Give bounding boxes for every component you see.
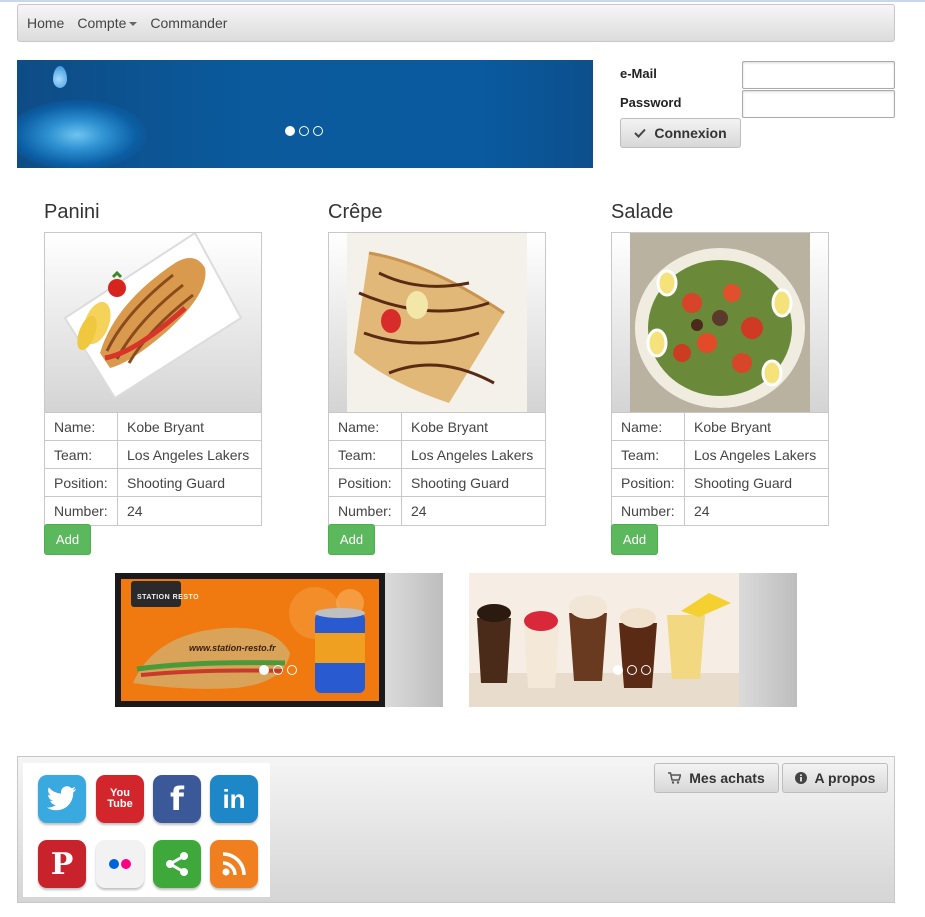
nav-commander[interactable]: Commander — [150, 15, 227, 31]
connexion-button[interactable]: Connexion — [620, 118, 741, 148]
row-key: Position: — [612, 469, 685, 496]
social-icons-panel: You Tube f in P — [23, 763, 270, 897]
row-key: Position: — [329, 469, 402, 496]
product-row: Position: Shooting Guard — [329, 469, 545, 497]
desserts-photo — [469, 573, 739, 707]
row-key: Position: — [45, 469, 118, 496]
add-salade-button[interactable]: Add — [611, 524, 658, 555]
row-key: Name: — [329, 413, 402, 440]
product-row: Number: 24 — [612, 497, 828, 525]
row-value: Kobe Bryant — [127, 419, 205, 435]
carousel-dot-1[interactable] — [259, 665, 269, 675]
product-row: Team: Los Angeles Lakers — [45, 441, 261, 469]
mes-achats-label: Mes achats — [689, 770, 765, 786]
product-card-salade: Name: Kobe Bryant Team: Los Angeles Lakers… — [611, 232, 829, 526]
caret-down-icon — [129, 22, 138, 26]
email-label: e-Mail — [620, 66, 657, 81]
product-title-crepe: Crêpe — [328, 201, 383, 223]
footer: You Tube f in P Mes achats A propos — [17, 756, 895, 903]
water-ripple-graphic — [17, 100, 147, 168]
row-key: Team: — [612, 441, 685, 468]
promo-carousel-indicators — [613, 665, 651, 675]
product-row: Position: Shooting Guard — [45, 469, 261, 497]
row-value: Kobe Bryant — [694, 419, 772, 435]
row-value: 24 — [694, 503, 710, 519]
station-resto-brand-text: STATION RESTO — [137, 594, 200, 601]
product-title-panini: Panini — [44, 201, 100, 223]
linkedin-icon[interactable]: in — [210, 775, 258, 823]
info-icon — [794, 772, 807, 784]
carousel-dot-2[interactable] — [299, 126, 309, 136]
row-value: Los Angeles Lakers — [127, 447, 250, 463]
row-key: Name: — [45, 413, 118, 440]
row-value: 24 — [411, 503, 427, 519]
carousel-dot-2[interactable] — [627, 665, 637, 675]
password-label: Password — [620, 95, 682, 110]
carousel-dot-1[interactable] — [285, 126, 295, 136]
panini-photo — [45, 233, 261, 413]
row-value: 24 — [127, 503, 143, 519]
facebook-icon[interactable]: f — [153, 775, 201, 823]
product-card-panini: Name: Kobe Bryant Team: Los Angeles Lakers… — [44, 232, 262, 526]
row-value: Shooting Guard — [127, 475, 226, 491]
product-row: Name: Kobe Bryant — [45, 413, 261, 441]
row-key: Number: — [45, 497, 118, 525]
banner-carousel-indicators — [285, 126, 323, 136]
mes-achats-button[interactable]: Mes achats — [654, 763, 779, 793]
shopping-cart-icon — [668, 772, 682, 784]
nav-compte-dropdown[interactable]: Compte — [77, 15, 138, 31]
carousel-dot-3[interactable] — [641, 665, 651, 675]
carousel-dot-3[interactable] — [287, 665, 297, 675]
row-key: Team: — [329, 441, 402, 468]
a-propos-label: A propos — [814, 770, 876, 786]
product-row: Team: Los Angeles Lakers — [612, 441, 828, 469]
row-key: Team: — [45, 441, 118, 468]
checkmark-icon — [634, 128, 647, 138]
row-value: Los Angeles Lakers — [411, 447, 534, 463]
crepe-photo — [329, 233, 545, 413]
twitter-icon[interactable] — [38, 775, 86, 823]
water-drop-graphic — [53, 66, 67, 88]
row-key: Number: — [612, 497, 685, 525]
banner-carousel[interactable] — [17, 60, 593, 168]
nav-home[interactable]: Home — [27, 15, 64, 31]
carousel-dot-2[interactable] — [273, 665, 283, 675]
product-row: Name: Kobe Bryant — [612, 413, 828, 441]
password-field[interactable] — [742, 90, 895, 118]
a-propos-button[interactable]: A propos — [782, 763, 888, 793]
row-value: Shooting Guard — [694, 475, 793, 491]
navbar: Home Compte Commander — [17, 4, 895, 42]
row-value: Kobe Bryant — [411, 419, 489, 435]
youtube-text: You Tube — [107, 787, 133, 810]
window-top-border — [0, 0, 925, 2]
rss-icon[interactable] — [210, 840, 258, 888]
email-field[interactable] — [742, 61, 895, 89]
promo-carousel-indicators — [259, 665, 297, 675]
share-icon[interactable] — [153, 840, 201, 888]
flickr-icon[interactable] — [96, 840, 144, 888]
carousel-dot-3[interactable] — [313, 126, 323, 136]
add-panini-button[interactable]: Add — [44, 524, 91, 555]
carousel-dot-1[interactable] — [613, 665, 623, 675]
product-card-crepe: Name: Kobe Bryant Team: Los Angeles Lakers… — [328, 232, 546, 526]
salad-photo — [612, 233, 828, 413]
pinterest-icon[interactable]: P — [38, 840, 86, 888]
promo-carousel-station-resto[interactable]: STATION RESTO www.station-resto.fr — [115, 573, 443, 707]
nav-compte-label: Compte — [77, 15, 127, 31]
add-crepe-button[interactable]: Add — [328, 524, 375, 555]
product-row: Team: Los Angeles Lakers — [329, 441, 545, 469]
promo-carousel-desserts[interactable] — [469, 573, 797, 707]
youtube-icon[interactable]: You Tube — [96, 775, 144, 823]
row-value: Los Angeles Lakers — [694, 447, 817, 463]
station-resto-url-text: www.station-resto.fr — [189, 643, 276, 653]
product-row: Number: 24 — [45, 497, 261, 525]
row-value: Shooting Guard — [411, 475, 510, 491]
product-row: Position: Shooting Guard — [612, 469, 828, 497]
row-key: Name: — [612, 413, 685, 440]
product-title-salade: Salade — [611, 201, 674, 223]
product-row: Name: Kobe Bryant — [329, 413, 545, 441]
product-row: Number: 24 — [329, 497, 545, 525]
row-key: Number: — [329, 497, 402, 525]
connexion-label: Connexion — [654, 125, 727, 141]
